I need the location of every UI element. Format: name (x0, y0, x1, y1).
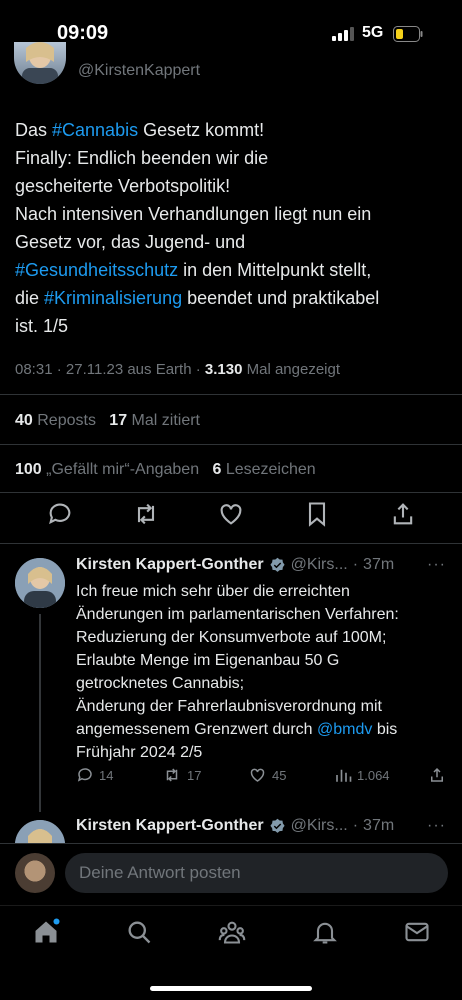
reply-header: Kirsten Kappert-Gonther @Kirs... · 37m (76, 817, 394, 835)
reply-author-handle[interactable]: @Kirs... (291, 817, 348, 835)
hashtag-link[interactable]: #Kriminalisierung (44, 288, 182, 308)
divider (0, 492, 462, 493)
reply-author-handle[interactable]: @Kirs... (291, 556, 348, 574)
reply-reply-button[interactable]: 14 (76, 766, 113, 784)
mention-link[interactable]: @bmdv (317, 721, 372, 738)
tweet-source: aus Earth (127, 361, 192, 378)
reply-text-part: Ich freue mich sehr über die erreichten … (76, 583, 399, 738)
view-count: 1.064 (357, 767, 390, 783)
like-count: 45 (272, 767, 287, 783)
bookmark-icon[interactable] (303, 500, 331, 528)
avatar-portrait-icon (15, 820, 65, 845)
share-icon[interactable] (389, 500, 417, 528)
reply-like-button[interactable]: 45 (248, 766, 286, 784)
reply-time: 37m (363, 556, 395, 573)
verified-badge-icon (269, 818, 285, 833)
like-icon[interactable] (217, 500, 245, 528)
battery-icon (393, 26, 423, 42)
signal-icon (332, 27, 354, 41)
repost-label: Reposts (37, 412, 96, 429)
tweet-action-bar (0, 500, 462, 536)
like-count: 100 (15, 461, 42, 478)
notifications-icon[interactable] (311, 918, 339, 946)
reply-author-avatar[interactable] (15, 820, 65, 845)
avatar-portrait-icon (22, 42, 58, 84)
divider (0, 444, 462, 445)
reply-count: 14 (99, 767, 114, 783)
repost-count: 17 (187, 767, 202, 783)
reply-repost-button[interactable]: 17 (162, 766, 201, 784)
reply-time: 37m (363, 817, 395, 834)
separator-dot: · (352, 817, 359, 834)
quote-label: Mal zitiert (131, 412, 200, 429)
reply-author-avatar[interactable] (15, 558, 65, 608)
search-icon[interactable] (125, 918, 153, 946)
verified-badge-icon (269, 557, 285, 572)
reply-input[interactable]: Deine Antwort posten (65, 853, 448, 893)
separator-dot: · (352, 556, 359, 573)
tweet-text-part: Das (15, 120, 53, 140)
reply-author-name[interactable]: Kirsten Kappert-Gonther (76, 817, 264, 835)
repost-count: 40 (15, 412, 33, 429)
reply-text: Ich freue mich sehr über die erreichten … (76, 580, 451, 764)
reply-header: Kirsten Kappert-Gonther @Kirs... · 37m (76, 556, 394, 574)
hashtag-link[interactable]: #Gesundheitsschutz (15, 260, 178, 280)
bookmark-label: Lesezeichen (225, 461, 316, 478)
like-label: „Gefällt mir“-Angaben (46, 461, 200, 478)
view-label: Mal angezeigt (246, 361, 341, 378)
tweet-date: 27.11.23 (65, 361, 124, 378)
user-avatar[interactable] (15, 853, 55, 893)
divider (0, 543, 462, 544)
repost-stats[interactable]: 40 Reposts 17 Mal zitiert (15, 412, 200, 430)
author-handle[interactable]: @KirstenKappert (78, 62, 200, 80)
reply-action-bar: 14 17 45 1.064 (76, 766, 451, 788)
hashtag-link[interactable]: #Cannabis (52, 120, 138, 140)
communities-icon[interactable] (218, 918, 246, 946)
quote-count: 17 (109, 412, 128, 429)
reply-icon[interactable] (46, 500, 74, 528)
more-options-icon[interactable]: ··· (427, 556, 446, 574)
like-icon (250, 768, 265, 782)
more-options-icon[interactable]: ··· (427, 817, 446, 835)
avatar-portrait-icon (15, 558, 65, 608)
thread-line (39, 614, 41, 812)
home-icon[interactable] (32, 918, 60, 946)
like-stats[interactable]: 100 „Gefällt mir“-Angaben 6 Lesezeichen (15, 461, 316, 479)
tweet-text: Das #Cannabis Gesetz kommt! Finally: End… (15, 116, 450, 340)
reply-author-name[interactable]: Kirsten Kappert-Gonther (76, 556, 264, 574)
tweet-meta: 08:31 · 27.11.23 aus Earth · 3.130 Mal a… (15, 361, 341, 378)
home-indicator (150, 986, 312, 991)
tweet-time: 08:31 (15, 361, 53, 378)
divider (0, 394, 462, 395)
reply-icon (77, 768, 92, 782)
network-label: 5G (362, 24, 384, 41)
reply-views-button[interactable]: 1.064 (334, 766, 390, 784)
views-icon (336, 769, 352, 782)
view-count: 3.130 (204, 361, 243, 378)
author-avatar[interactable] (14, 42, 66, 84)
messages-icon[interactable] (403, 918, 431, 946)
share-icon[interactable] (428, 766, 446, 784)
repost-icon[interactable] (132, 500, 160, 528)
repost-icon (166, 768, 178, 782)
bookmark-count: 6 (212, 461, 222, 478)
